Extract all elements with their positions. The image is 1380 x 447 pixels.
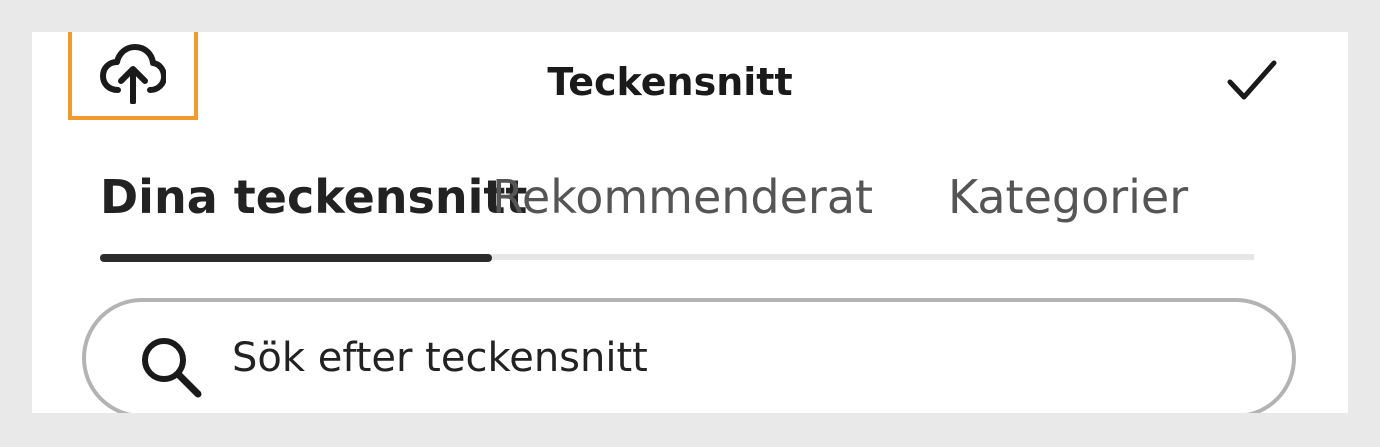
page-title: Teckensnitt xyxy=(547,60,793,104)
search-input[interactable] xyxy=(232,330,1232,386)
fonts-panel: Teckensnitt Dina teckensnitt Rekommender… xyxy=(32,32,1348,413)
tab-your-fonts[interactable]: Dina teckensnitt xyxy=(100,170,527,224)
search-box[interactable] xyxy=(82,298,1296,413)
tab-categories[interactable]: Kategorier xyxy=(948,170,1188,224)
tab-recommended[interactable]: Rekommenderat xyxy=(492,170,873,224)
checkmark-icon xyxy=(1227,60,1277,100)
done-button[interactable] xyxy=(1224,52,1280,108)
search-icon xyxy=(142,338,202,398)
tab-bar: Dina teckensnitt Rekommenderat Kategorie… xyxy=(100,170,1254,262)
active-tab-indicator xyxy=(100,254,492,262)
